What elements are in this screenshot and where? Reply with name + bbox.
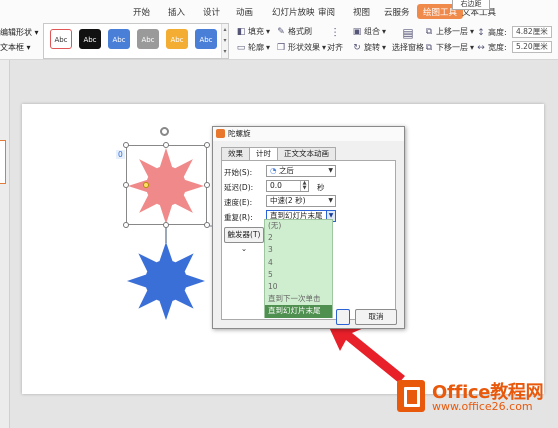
rotate-handle[interactable] [160,127,169,136]
repeat-option[interactable]: 10 [265,281,332,293]
repeat-option[interactable]: 2 [265,232,332,244]
repeat-option[interactable]: 直到下一次单击 [265,293,332,305]
delay-label: 延迟(D): [224,183,254,192]
adjust-handle[interactable] [143,182,149,188]
trigger-label: 触发器(T) [227,230,261,239]
tab-text-animation[interactable]: 正文文本动画 [277,147,336,160]
delay-value: 0.0 [270,181,282,190]
trigger-button[interactable]: 触发器(T) ⌄ [224,227,264,253]
tab-timing[interactable]: 计时 [249,147,278,161]
repeat-option[interactable]: (无) [265,220,332,232]
start-label: 开始(S): [224,168,253,177]
blue-sun-shape[interactable] [127,242,205,320]
clock-icon: ◔ [270,166,279,175]
resize-handle[interactable] [123,142,129,148]
repeat-option[interactable]: 5 [265,269,332,281]
watermark-url: www.office26.com [432,400,533,413]
repeat-option-selected[interactable]: 直到幻灯片末尾 [265,305,332,318]
selection-box[interactable] [126,145,207,225]
resize-handle[interactable] [123,222,129,228]
dialog-title-bar[interactable]: 陀螺旋 [213,127,404,141]
speed-value: 中速(2 秒) [270,196,306,205]
resize-handle[interactable] [163,222,169,228]
delay-spinner[interactable]: 0.0 ▲ ▼ [266,180,309,192]
resize-handle[interactable] [204,142,210,148]
resize-handle[interactable] [204,222,210,228]
resize-handle[interactable] [123,182,129,188]
resize-handle[interactable] [163,142,169,148]
double-chevron-down-icon: ⌄ [240,244,248,253]
start-select[interactable]: ◔ 之后 ▼ [266,165,336,177]
repeat-option[interactable]: 3 [265,244,332,256]
chevron-down-icon: ▼ [328,167,333,174]
repeat-label: 重复(R): [224,213,253,222]
repeat-option[interactable]: 4 [265,257,332,269]
speed-select[interactable]: 中速(2 秒) ▼ [266,195,336,207]
ok-button[interactable] [336,309,350,325]
spin-arrows-icon[interactable]: ▲ ▼ [300,181,308,191]
cancel-button[interactable]: 取消 [355,309,397,325]
office-logo-icon [397,380,425,412]
tab-effect[interactable]: 效果 [221,147,250,160]
animation-order-badge[interactable]: 0 [116,150,125,159]
start-value: 之后 [278,166,294,175]
chevron-down-icon: ▼ [328,197,333,204]
dialog-tabs: 效果 计时 正文文本动画 [221,147,336,161]
repeat-dropdown-list: (无) 2 3 4 5 10 直到下一次单击 直到幻灯片末尾 [264,219,333,318]
watermark: Office教程网 www.office26.com [397,376,551,418]
app-icon [216,129,225,138]
resize-handle[interactable] [204,182,210,188]
dialog-title: 陀螺旋 [228,129,251,138]
delay-unit: 秒 [317,183,325,192]
speed-label: 速度(E): [224,198,253,207]
